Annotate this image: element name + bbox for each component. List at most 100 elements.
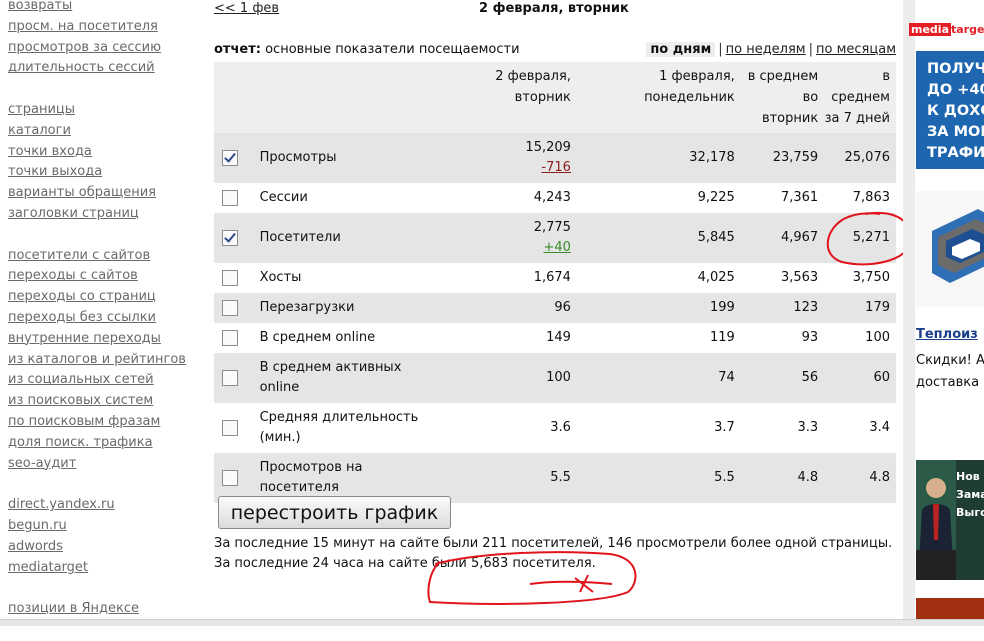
value-avg-7days: 5,271 [824, 213, 896, 263]
metric-checkbox-cell [214, 263, 252, 293]
sidebar-link[interactable]: по поисковым фразам [8, 412, 208, 433]
metric-checkbox[interactable] [222, 149, 238, 166]
ads-column: mediatarge ПОЛУЧДО +40К ДОХОЗА МОБТРАФИ … [903, 0, 984, 625]
metric-checkbox[interactable] [222, 269, 238, 286]
sidebar-link[interactable]: возвраты [8, 0, 208, 17]
header-label: во [802, 90, 819, 105]
period-days[interactable]: по дням [646, 42, 716, 57]
metric-checkbox[interactable] [222, 229, 238, 246]
ads-divider [903, 0, 915, 625]
report-name: основные показатели посещаемости [265, 42, 520, 57]
sidebar-link[interactable]: доля поиск. трафика [8, 433, 208, 454]
stats-table: 2 февраля, вторник 1 февраля, понедельник … [214, 62, 896, 503]
ad-text-line: доставка [916, 375, 980, 390]
metric-checkbox-cell [214, 323, 252, 353]
metric-checkbox[interactable] [222, 299, 238, 316]
sidebar-group: позиции в Яндексе [8, 599, 208, 620]
mediatarget-logo[interactable]: media targe [909, 23, 984, 37]
sidebar-link[interactable]: длительность сессий [8, 58, 208, 79]
period-separator: | [808, 42, 814, 57]
sidebar-link[interactable]: из поисковых систем [8, 391, 208, 412]
ad-banner-person[interactable]: Нов Заманч Выгод [916, 460, 984, 580]
value-avg-weekday: 3.3 [797, 420, 819, 435]
previous-day-link[interactable]: << 1 фев [214, 0, 279, 18]
period-separator: | [718, 42, 723, 57]
metric-name: В среднем online [259, 330, 376, 345]
value-yesterday: 3.7 [714, 420, 735, 435]
sidebar-link[interactable]: seo-аудит [8, 454, 208, 475]
value-yesterday: 119 [709, 330, 735, 345]
sidebar-link[interactable]: из социальных сетей [8, 370, 208, 391]
metric-checkbox-cell [214, 133, 252, 183]
table-row: В среднем online 149 119 93 100 [214, 323, 896, 353]
sidebar-link[interactable]: переходы без ссылки [8, 308, 208, 329]
table-header-row: 2 февраля, вторник 1 февраля, понедельник … [214, 62, 896, 133]
ad-banner-text: К ДОХО [927, 103, 984, 119]
table-row: Посетители 2,775 +40 5,845 4,967 5,271 [214, 213, 896, 263]
value-today: 96 [439, 293, 577, 323]
value-today: 4,243 [439, 183, 577, 213]
value-delta[interactable]: +40 [543, 240, 570, 255]
metric-checkbox[interactable] [222, 369, 238, 386]
sidebar-link[interactable]: mediatarget [8, 558, 208, 579]
sidebar-link[interactable]: переходы с сайтов [8, 266, 208, 287]
metric-checkbox-cell [214, 213, 252, 263]
metric-name: В среднем активных online [251, 353, 440, 403]
metric-checkbox[interactable] [222, 189, 238, 206]
metric-checkbox-cell [214, 353, 252, 403]
ad-banner-text: ЗА МОБ [927, 124, 984, 140]
value-yesterday: 5.5 [576, 453, 741, 503]
ad-banner-logo[interactable] [916, 191, 984, 307]
sidebar-link[interactable]: direct.yandex.ru [8, 495, 208, 516]
value-yesterday: 5,845 [576, 213, 741, 263]
value-today-number: 149 [546, 330, 571, 345]
sidebar-link[interactable]: точки входа [8, 142, 208, 163]
ad-banner-text: ДО +40 [927, 82, 984, 98]
header-label: понедельник [644, 90, 735, 105]
metric-checkbox[interactable] [222, 329, 238, 346]
value-yesterday: 199 [576, 293, 741, 323]
metric-checkbox-cell [214, 403, 252, 453]
main-content: << 1 фев 2 февраля, вторник отчет: основ… [214, 0, 896, 571]
value-avg-7days: 100 [865, 330, 890, 345]
sidebar-link[interactable]: точки выхода [8, 162, 208, 183]
metric-checkbox[interactable] [222, 469, 238, 486]
arrow-annotation [529, 574, 613, 593]
sidebar-link[interactable]: из каталогов и рейтингов [8, 350, 208, 371]
sidebar-link[interactable]: переходы со страниц [8, 287, 208, 308]
sidebar-link[interactable]: заголовки страниц [8, 204, 208, 225]
table-row: В среднем активных online 100 74 56 60 [214, 353, 896, 403]
sidebar-group: посетители с сайтов переходы с сайтов пере… [8, 246, 208, 475]
header-label: в [882, 69, 890, 84]
header-label: вторник [514, 90, 571, 105]
value-delta[interactable]: -716 [541, 160, 571, 175]
value-today-number: 3.6 [550, 420, 571, 435]
metric-checkbox[interactable] [222, 419, 238, 436]
sidebar-link[interactable]: просмотров за сессию [8, 38, 208, 59]
rebuild-chart-button[interactable]: перестроить график [218, 496, 451, 529]
value-avg-7days: 25,076 [824, 133, 896, 183]
value-today-number: 100 [546, 370, 571, 385]
period-weeks-link[interactable]: по неделям [726, 42, 806, 57]
ad-banner-person-line: Нов [956, 470, 980, 483]
sidebar-link[interactable]: каталоги [8, 121, 208, 142]
sidebar-link[interactable]: внутренние переходы [8, 329, 208, 350]
summary-last-15-min: За последние 15 минут на сайте были 211 … [214, 536, 893, 551]
sidebar-link[interactable]: adwords [8, 537, 208, 558]
table-row: Сессии 4,243 9,225 7,361 7,863 [214, 183, 896, 213]
value-today-number: 4,243 [533, 190, 571, 205]
value-avg-7days: 3.4 [869, 420, 890, 435]
ad-banner-person-line: Заманч [956, 488, 984, 501]
sidebar-link[interactable]: просм. на посетителя [8, 17, 208, 38]
ad-title-link[interactable]: Теплоиз [916, 326, 978, 344]
sidebar-link[interactable]: позиции в Яндексе [8, 599, 208, 620]
sidebar-link[interactable]: страницы [8, 100, 208, 121]
value-today-number: 5.5 [550, 470, 571, 485]
sidebar-link[interactable]: посетители с сайтов [8, 246, 208, 267]
sidebar-link[interactable]: варианты обращения [8, 183, 208, 204]
sidebar-link[interactable]: begun.ru [8, 516, 208, 537]
ad-banner-blue[interactable]: ПОЛУЧ ДО +40 К ДОХО ЗА МОБ ТРАФИ [916, 51, 984, 169]
period-months-link[interactable]: по месяцам [816, 42, 896, 57]
value-today-number: 2,775 [533, 220, 571, 235]
period-switcher: по дням | по неделям | по месяцам [646, 41, 896, 59]
